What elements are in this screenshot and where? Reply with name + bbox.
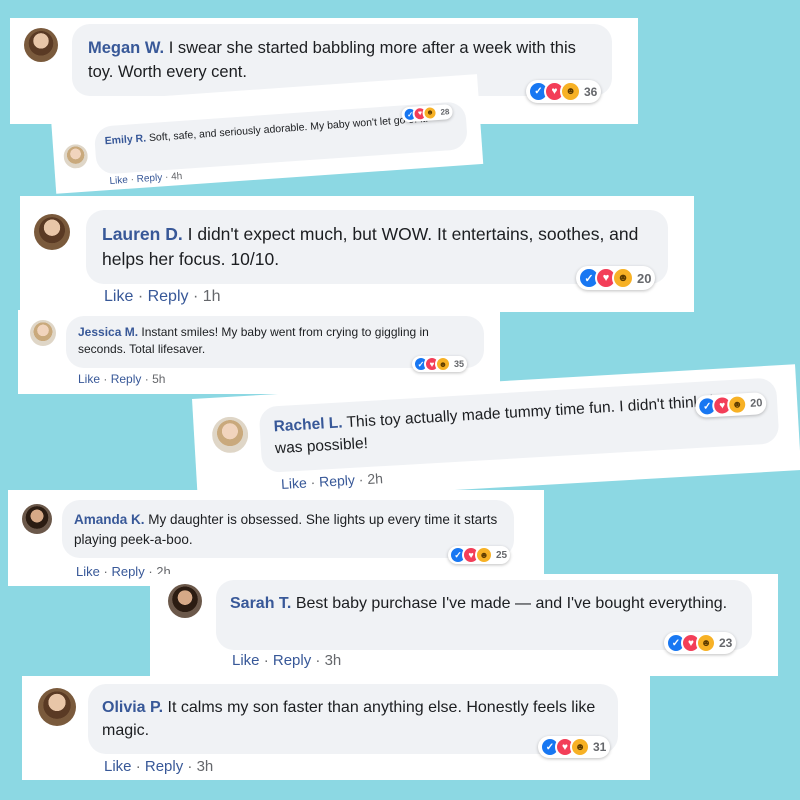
reply-link[interactable]: Reply [319,472,356,490]
comment-author[interactable]: Amanda K. [74,512,145,527]
reaction-count: 23 [719,636,733,650]
reaction-summary[interactable]: ✓ ♥ ☻ 25 [448,546,511,564]
comment-actions: Like · Reply · 3h [104,758,214,775]
comment-bubble: Rachel L. This toy actually made tummy t… [258,377,780,474]
avatar[interactable] [22,504,52,534]
avatar[interactable] [211,415,250,454]
comment-actions: Like · Reply · 5h [78,372,166,386]
avatar[interactable] [24,28,58,62]
haha-reaction-icon: ☻ [435,356,451,372]
haha-reaction-icon: ☻ [560,81,581,102]
comment-author[interactable]: Megan W. [88,39,164,57]
comment-actions: Like · Reply · 3h [232,652,342,669]
reaction-count: 25 [496,549,508,561]
comment-actions: Like · Reply · 1h [104,288,221,305]
reply-link[interactable]: Reply [136,172,162,185]
comment-card: Olivia P. It calms my son faster than an… [22,676,650,780]
haha-reaction-icon: ☻ [612,267,634,289]
avatar[interactable] [34,214,70,250]
comment-text: This toy actually made tummy time fun. I… [274,391,732,458]
haha-reaction-icon: ☻ [570,737,590,757]
comment-bubble: Amanda K. My daughter is obsessed. She l… [62,500,514,558]
like-link[interactable]: Like [76,564,100,579]
reaction-summary[interactable]: ✓ ♥ ☻ 36 [526,80,602,103]
comment-card: Amanda K. My daughter is obsessed. She l… [8,490,544,586]
comment-author[interactable]: Sarah T. [230,595,291,612]
reply-link[interactable]: Reply [111,372,142,386]
comment-text: It calms my son faster than anything els… [102,699,596,740]
reaction-count: 20 [637,270,652,286]
reaction-summary[interactable]: ✓ ♥ ☻ 20 [576,266,656,290]
comment-timestamp: 1h [202,288,221,305]
comment-text: Soft, safe, and seriously adorable. My b… [148,112,429,145]
comment-text: Best baby purchase I've made — and I've … [295,595,728,612]
comment-author[interactable]: Olivia P. [102,699,163,716]
comment-timestamp: 3h [324,652,342,669]
comment-author[interactable]: Jessica M. [78,325,138,339]
like-link[interactable]: Like [109,175,128,187]
haha-reaction-icon: ☻ [422,105,439,122]
avatar[interactable] [38,688,76,726]
comment-timestamp: 2h [366,470,384,488]
comment-timestamp: 3h [196,758,214,775]
like-link[interactable]: Like [232,652,260,669]
reaction-count: 20 [749,397,763,410]
comment-card: Sarah T. Best baby purchase I've made — … [150,574,778,676]
comment-author[interactable]: Emily R. [104,132,146,147]
reaction-count: 28 [440,107,450,117]
reaction-summary[interactable]: ✓ ♥ ☻ 23 [664,632,737,654]
reaction-summary[interactable]: ✓ ♥ ☻ 31 [538,736,611,758]
avatar[interactable] [62,143,89,170]
like-link[interactable]: Like [78,372,100,386]
avatar[interactable] [168,584,202,618]
reply-link[interactable]: Reply [145,758,183,775]
like-link[interactable]: Like [104,758,132,775]
reply-link[interactable]: Reply [111,564,144,579]
comment-text: I didn't expect much, but WOW. It entert… [102,224,639,270]
haha-reaction-icon: ☻ [475,546,493,564]
reply-link[interactable]: Reply [273,652,311,669]
reaction-count: 31 [593,740,607,754]
haha-reaction-icon: ☻ [696,633,716,653]
reply-link[interactable]: Reply [148,288,189,305]
comment-author[interactable]: Rachel L. [273,414,343,435]
avatar[interactable] [30,320,56,346]
comment-author[interactable]: Lauren D. [102,224,183,244]
comment-card: Jessica M. Instant smiles! My baby went … [18,310,500,394]
reaction-count: 35 [454,359,465,369]
comment-actions: Like · Reply · 2h [280,470,384,493]
haha-reaction-icon: ☻ [726,394,748,416]
reaction-summary[interactable]: ✓ ♥ ☻ 20 [694,391,768,419]
comment-card: Lauren D. I didn't expect much, but WOW.… [20,196,694,312]
like-link[interactable]: Like [104,288,133,305]
reaction-count: 36 [584,84,598,99]
comment-timestamp: 5h [152,372,166,386]
comment-actions: Like · Reply · 4h [109,170,183,188]
comment-timestamp: 4h [170,170,183,183]
reaction-summary[interactable]: ✓ ♥ ☻ 35 [412,356,468,372]
